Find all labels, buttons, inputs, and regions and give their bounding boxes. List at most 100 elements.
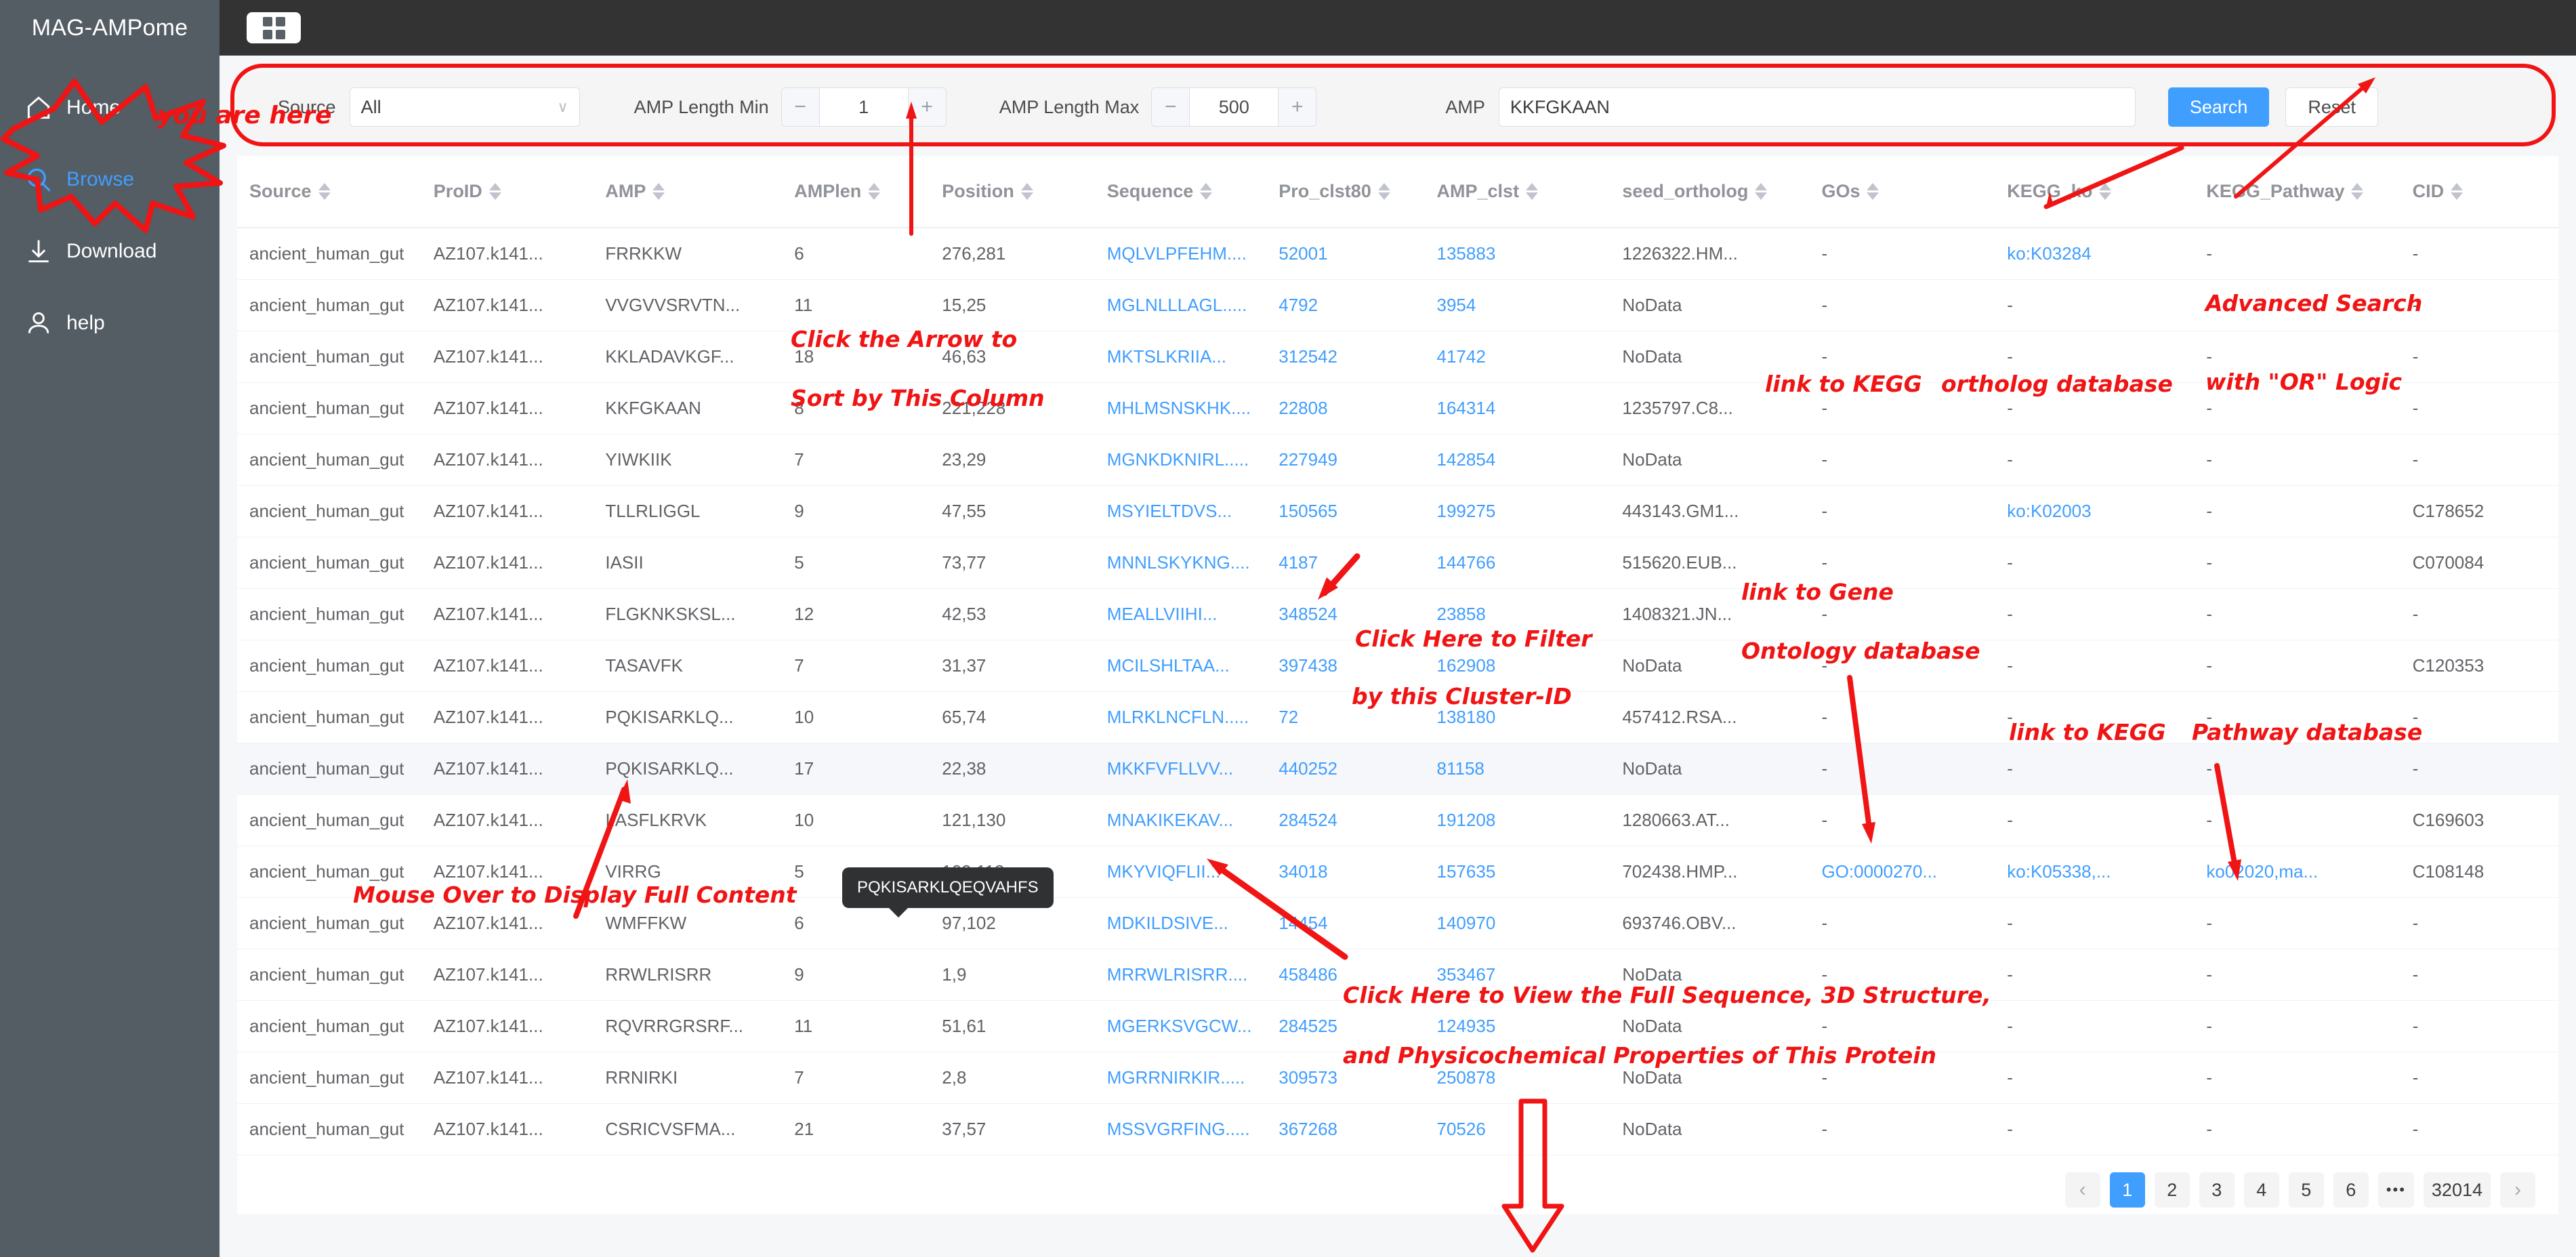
column-header-sequence[interactable]: Sequence bbox=[1094, 156, 1267, 228]
pagination-page-2[interactable]: 2 bbox=[2154, 1172, 2190, 1208]
column-header-pro-clst80[interactable]: Pro_clst80 bbox=[1266, 156, 1425, 228]
sidebar-item-browse[interactable]: Browse bbox=[0, 144, 220, 215]
cell-sequence[interactable]: MCILSHLTAA... bbox=[1094, 640, 1267, 692]
pagination-next[interactable]: › bbox=[2500, 1172, 2535, 1208]
cell-amp-clst[interactable]: 353467 bbox=[1424, 949, 1611, 1001]
sidebar-item-help[interactable]: help bbox=[0, 287, 220, 359]
cell-pro-clst80[interactable]: 14454 bbox=[1266, 897, 1425, 949]
plus-icon[interactable]: + bbox=[907, 88, 946, 126]
pagination-page-1[interactable]: 1 bbox=[2109, 1172, 2145, 1208]
cell-pro-clst80[interactable]: 312542 bbox=[1266, 331, 1425, 383]
reset-button[interactable]: Reset bbox=[2285, 87, 2378, 127]
cell-amp-clst[interactable]: 3954 bbox=[1424, 279, 1611, 331]
cell-amp-clst[interactable]: 250878 bbox=[1424, 1052, 1611, 1104]
cell-amp-clst[interactable]: 162908 bbox=[1424, 640, 1611, 692]
search-button[interactable]: Search bbox=[2167, 87, 2270, 127]
cell-pro-clst80[interactable]: 348524 bbox=[1266, 588, 1425, 640]
cell-pro-clst80[interactable]: 284524 bbox=[1266, 794, 1425, 846]
amp-length-max-value[interactable]: 500 bbox=[1190, 88, 1279, 126]
cell-amp-clst[interactable]: 191208 bbox=[1424, 794, 1611, 846]
cell-pro-clst80[interactable]: 284525 bbox=[1266, 1000, 1425, 1052]
cell-sequence[interactable]: MNAKIKEKAV... bbox=[1094, 794, 1267, 846]
cell-sequence[interactable]: MGRRNIRKIR..... bbox=[1094, 1052, 1267, 1104]
cell-sequence[interactable]: MEALLVIIHI... bbox=[1094, 588, 1267, 640]
sort-icon[interactable] bbox=[1755, 183, 1768, 200]
cell-sequence[interactable]: MDKILDSIVE... bbox=[1094, 897, 1267, 949]
cell-amp-clst[interactable]: 199275 bbox=[1424, 485, 1611, 537]
cell-sequence[interactable]: MKYVIQFLII... bbox=[1094, 846, 1267, 898]
grid-icon[interactable] bbox=[247, 12, 301, 43]
cell-pro-clst80[interactable]: 34018 bbox=[1266, 846, 1425, 898]
cell-sequence[interactable]: MGNKDKNIRL..... bbox=[1094, 434, 1267, 486]
sort-icon[interactable] bbox=[652, 183, 665, 200]
cell-kegg-ko[interactable]: ko:K02003 bbox=[1995, 485, 2195, 537]
cell-sequence[interactable]: MGERKSVGCW... bbox=[1094, 1000, 1267, 1052]
cell-amp-clst[interactable]: 41742 bbox=[1424, 331, 1611, 383]
column-header-position[interactable]: Position bbox=[930, 156, 1095, 228]
cell-pro-clst80[interactable]: 440252 bbox=[1266, 743, 1425, 795]
cell-amp-clst[interactable]: 138180 bbox=[1424, 691, 1611, 743]
cell-pro-clst80[interactable]: 458486 bbox=[1266, 949, 1425, 1001]
sidebar-item-home[interactable]: Home bbox=[0, 72, 220, 144]
cell-sequence[interactable]: MKTSLKRIIA... bbox=[1094, 331, 1267, 383]
column-header-proid[interactable]: ProID bbox=[421, 156, 594, 228]
sort-icon[interactable] bbox=[1200, 183, 1213, 200]
cell-amp-clst[interactable]: 124935 bbox=[1424, 1000, 1611, 1052]
cell-pro-clst80[interactable]: 397438 bbox=[1266, 640, 1425, 692]
pagination-last-page[interactable]: 32014 bbox=[2423, 1172, 2491, 1208]
cell-sequence[interactable]: MHLMSNSKHK.... bbox=[1094, 382, 1267, 434]
cell-amp-clst[interactable]: 157635 bbox=[1424, 846, 1611, 898]
sort-icon[interactable] bbox=[1020, 183, 1033, 200]
column-header-seed-ortholog[interactable]: seed_ortholog bbox=[1610, 156, 1810, 228]
cell-amp-clst[interactable]: 164314 bbox=[1424, 382, 1611, 434]
column-header-amp-clst[interactable]: AMP_clst bbox=[1424, 156, 1611, 228]
sort-icon[interactable] bbox=[2451, 183, 2464, 200]
amp-length-max-stepper[interactable]: − 500 + bbox=[1151, 87, 1317, 127]
cell-sequence[interactable]: MRRWLRISRR.... bbox=[1094, 949, 1267, 1001]
column-header-amplen[interactable]: AMPlen bbox=[782, 156, 930, 228]
cell-amp-clst[interactable]: 81158 bbox=[1424, 743, 1611, 795]
column-header-cid[interactable]: CID bbox=[2400, 156, 2558, 228]
sort-icon[interactable] bbox=[1867, 183, 1879, 200]
cell-sequence[interactable]: MSSVGRFING..... bbox=[1094, 1103, 1267, 1155]
sort-icon[interactable] bbox=[1526, 183, 1539, 200]
cell-sequence[interactable]: MLRKLNCFLN..... bbox=[1094, 691, 1267, 743]
cell-sequence[interactable]: MSYIELTDVS... bbox=[1094, 485, 1267, 537]
cell-kegg-ko[interactable]: ko:K05338,... bbox=[1995, 846, 2195, 898]
sort-icon[interactable] bbox=[868, 183, 881, 200]
cell-amp-clst[interactable]: 142854 bbox=[1424, 434, 1611, 486]
column-header-amp[interactable]: AMP bbox=[593, 156, 783, 228]
cell-pro-clst80[interactable]: 72 bbox=[1266, 691, 1425, 743]
cell-kegg-pathway[interactable]: ko02020,ma... bbox=[2194, 846, 2401, 898]
cell-pro-clst80[interactable]: 4792 bbox=[1266, 279, 1425, 331]
cell-amp-clst[interactable]: 144766 bbox=[1424, 537, 1611, 589]
source-select[interactable]: All ∨ bbox=[349, 87, 580, 127]
cell-pro-clst80[interactable]: 150565 bbox=[1266, 485, 1425, 537]
column-header-source[interactable]: Source bbox=[237, 156, 421, 228]
minus-icon[interactable]: − bbox=[1152, 88, 1190, 126]
cell-amp-clst[interactable]: 70526 bbox=[1424, 1103, 1611, 1155]
cell-amp-clst[interactable]: 23858 bbox=[1424, 588, 1611, 640]
cell-pro-clst80[interactable]: 52001 bbox=[1266, 228, 1425, 280]
cell-amp-clst[interactable]: 135883 bbox=[1424, 228, 1611, 280]
amp-length-min-value[interactable]: 1 bbox=[819, 88, 908, 126]
pagination-ellipsis[interactable]: ••• bbox=[2377, 1172, 2414, 1208]
sort-icon[interactable] bbox=[489, 183, 501, 200]
cell-amp-clst[interactable]: 140970 bbox=[1424, 897, 1611, 949]
cell-pro-clst80[interactable]: 367268 bbox=[1266, 1103, 1425, 1155]
pagination-prev[interactable]: ‹ bbox=[2064, 1172, 2100, 1208]
cell-pro-clst80[interactable]: 309573 bbox=[1266, 1052, 1425, 1104]
pagination-page-6[interactable]: 6 bbox=[2333, 1172, 2369, 1208]
pagination-page-4[interactable]: 4 bbox=[2243, 1172, 2279, 1208]
cell-sequence[interactable]: MGLNLLLAGL..... bbox=[1094, 279, 1267, 331]
cell-sequence[interactable]: MKKFVFLLVV... bbox=[1094, 743, 1267, 795]
sidebar-item-download[interactable]: Download bbox=[0, 215, 220, 287]
pagination-page-5[interactable]: 5 bbox=[2288, 1172, 2324, 1208]
cell-kegg-ko[interactable]: ko:K03284 bbox=[1995, 228, 2195, 280]
amp-length-min-stepper[interactable]: − 1 + bbox=[781, 87, 947, 127]
pagination-page-3[interactable]: 3 bbox=[2199, 1172, 2235, 1208]
sort-icon[interactable] bbox=[2099, 183, 2112, 200]
cell-pro-clst80[interactable]: 22808 bbox=[1266, 382, 1425, 434]
column-header-gos[interactable]: GOs bbox=[1809, 156, 1995, 228]
cell-sequence[interactable]: MNNLSKYKNG.... bbox=[1094, 537, 1267, 589]
